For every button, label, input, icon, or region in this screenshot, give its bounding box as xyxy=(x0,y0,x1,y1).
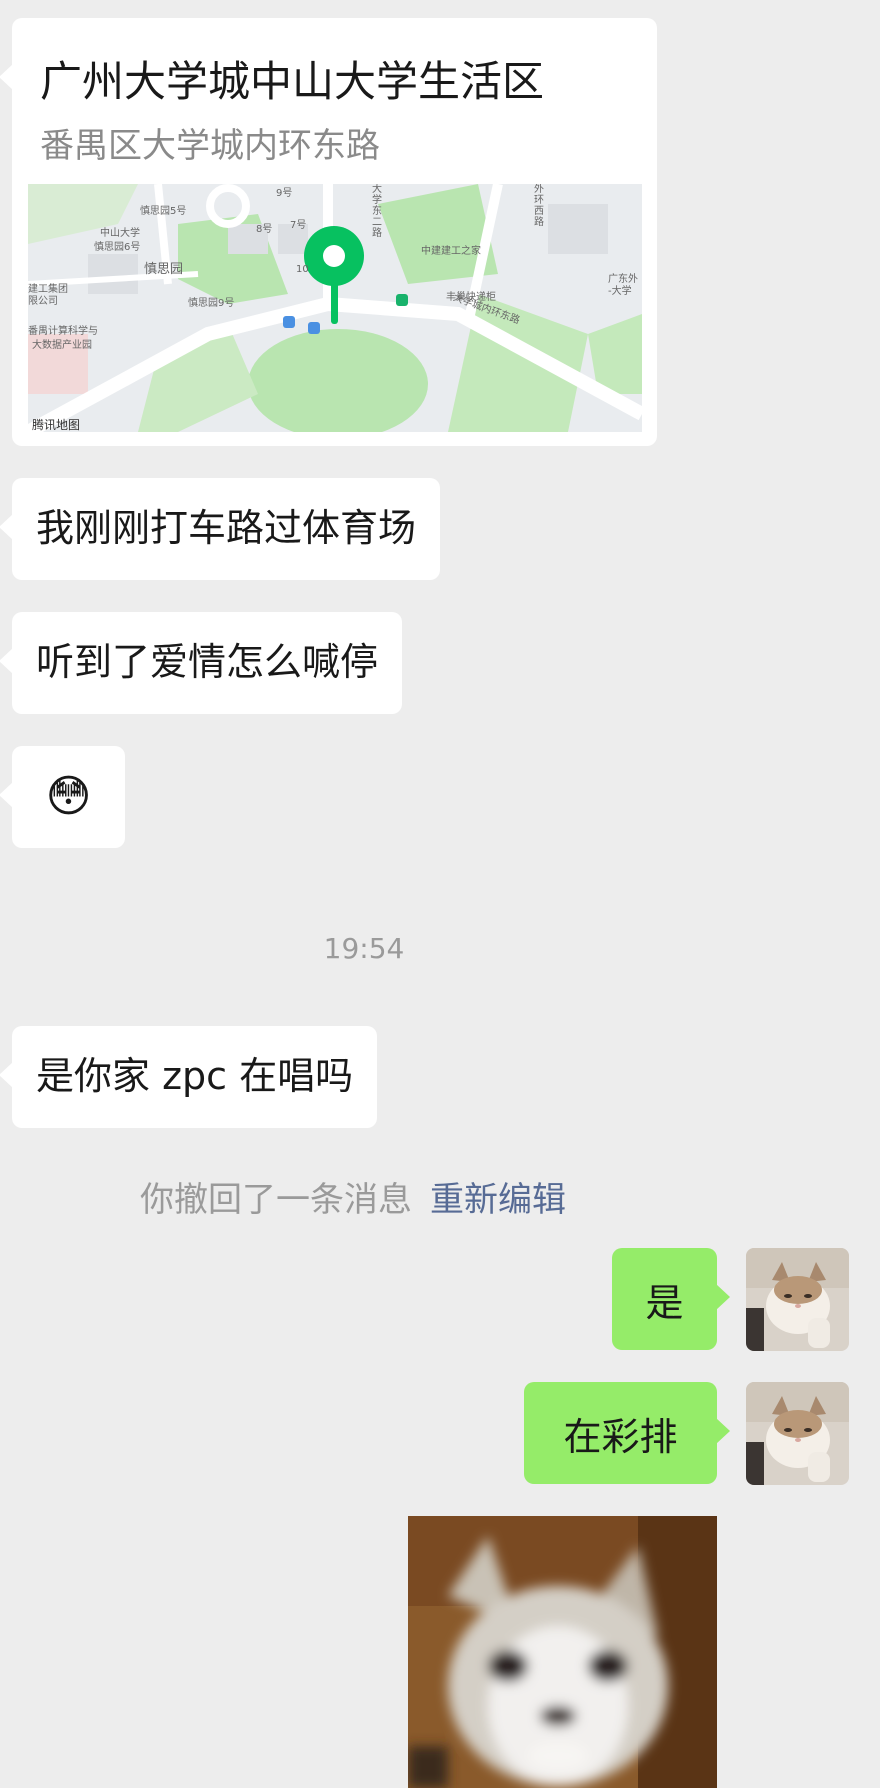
map-graphic xyxy=(28,184,642,432)
map-label: 中建建工之家 xyxy=(421,246,481,257)
map-label: 限公司 xyxy=(28,296,58,307)
avatar[interactable] xyxy=(746,1382,849,1485)
message-text: 我刚刚打车路过体育场 xyxy=(36,506,417,551)
outgoing-message[interactable]: 是 xyxy=(612,1248,730,1350)
map-label: 大数据产业园 xyxy=(32,340,92,351)
map-thumbnail[interactable]: 慎思园5号 中山大学 慎思园6号 慎思园 慎思园9号 8号 7号 10 大学城内… xyxy=(28,184,642,432)
cat-sticker-image xyxy=(408,1516,717,1788)
map-label: -大学 xyxy=(608,286,632,297)
map-label: 慎思园 xyxy=(144,262,184,277)
message-text: 是你家 zpc 在唱吗 xyxy=(36,1054,354,1099)
map-brand-label: 腾讯地图 xyxy=(32,418,81,432)
map-label: 外环西路 xyxy=(534,184,544,228)
map-label: 慎思园9号 xyxy=(188,298,235,309)
incoming-emoji-message[interactable]: 😳 xyxy=(0,746,125,848)
incoming-message[interactable]: 是你家 zpc 在唱吗 xyxy=(0,1026,378,1128)
message-text: 听到了爱情怎么喊停 xyxy=(36,640,379,685)
location-message-card[interactable]: 广州大学城中山大学生活区 番禺区大学城内环东路 慎思园5号 中山大学 慎思园6号… xyxy=(0,18,657,446)
location-address: 番禺区大学城内环东路 xyxy=(40,126,380,166)
map-label: 大学东二路 xyxy=(372,184,382,239)
map-label: 10 xyxy=(296,264,309,275)
map-label: 慎思园5号 xyxy=(140,206,187,217)
cat-avatar-image xyxy=(746,1382,849,1485)
map-label: 丰巢快递柜 xyxy=(446,292,496,303)
map-label: 慎思园6号 xyxy=(94,242,141,253)
map-label: 中山大学 xyxy=(100,228,140,239)
flushed-face-emoji: 😳 xyxy=(45,770,92,822)
message-text: 在彩排 xyxy=(563,1414,678,1459)
time-separator: 19:54 xyxy=(323,932,405,965)
sticker-image-message[interactable] xyxy=(408,1516,717,1788)
incoming-message[interactable]: 听到了爱情怎么喊停 xyxy=(0,612,403,714)
incoming-message[interactable]: 我刚刚打车路过体育场 xyxy=(0,478,441,580)
map-label: 9号 xyxy=(276,188,293,199)
map-label: 7号 xyxy=(290,220,307,231)
map-label: 8号 xyxy=(256,224,273,235)
location-title: 广州大学城中山大学生活区 xyxy=(40,57,545,106)
re-edit-link[interactable]: 重新编辑 xyxy=(430,1180,566,1220)
recall-notice: 你撤回了一条消息 重新编辑 xyxy=(140,1172,566,1221)
recall-notice-text: 你撤回了一条消息 xyxy=(140,1180,412,1220)
outgoing-message[interactable]: 在彩排 xyxy=(524,1382,730,1484)
cat-avatar-image xyxy=(746,1248,849,1351)
map-label: 番禺计算科学与 xyxy=(28,326,98,337)
avatar[interactable] xyxy=(746,1248,849,1351)
message-text: 是 xyxy=(645,1280,684,1325)
